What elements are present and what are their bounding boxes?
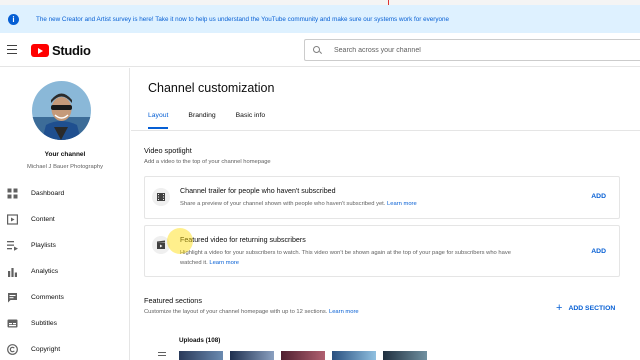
nav-label: Analytics bbox=[31, 267, 59, 275]
featured-sections-heading: Featured sections bbox=[144, 296, 203, 305]
content-icon bbox=[6, 213, 18, 225]
nav-label: Content bbox=[31, 215, 55, 223]
video-thumbnail[interactable] bbox=[383, 351, 427, 360]
add-section-button[interactable]: + ADD SECTION bbox=[556, 302, 615, 314]
playlists-icon bbox=[6, 239, 18, 251]
video-spotlight-heading: Video spotlight bbox=[144, 146, 192, 155]
youtube-play-icon bbox=[31, 44, 49, 57]
nav-label: Subtitles bbox=[31, 319, 58, 327]
subtitles-icon bbox=[6, 317, 18, 329]
survey-banner[interactable]: i The new Creator and Artist survey is h… bbox=[0, 5, 640, 33]
video-thumbnail[interactable] bbox=[230, 351, 274, 360]
nav-label: Comments bbox=[31, 293, 64, 301]
featured-sections-subtitle: Customize the layout of your channel hom… bbox=[144, 309, 359, 315]
tab-layout[interactable]: Layout bbox=[148, 112, 169, 129]
info-icon: i bbox=[8, 13, 19, 25]
channel-trailer-desc: Share a preview of your channel shown wi… bbox=[180, 201, 417, 207]
banner-text[interactable]: The new Creator and Artist survey is her… bbox=[36, 16, 449, 23]
nav-label: Playlists bbox=[31, 241, 56, 249]
nav-comments[interactable]: Comments bbox=[0, 287, 130, 307]
menu-icon[interactable] bbox=[7, 45, 17, 55]
plus-icon: + bbox=[556, 302, 563, 314]
nav-content[interactable]: Content bbox=[0, 209, 130, 229]
nav-dashboard[interactable]: Dashboard bbox=[0, 183, 130, 203]
channel-avatar[interactable] bbox=[32, 81, 91, 140]
video-thumbnail[interactable] bbox=[179, 351, 223, 360]
nav-subtitles[interactable]: Subtitles bbox=[0, 313, 130, 333]
sidebar: Your channel Michael J Bauer Photography… bbox=[0, 68, 130, 360]
top-header: Studio bbox=[0, 33, 640, 67]
featured-video-title: Featured video for returning subscribers bbox=[180, 236, 306, 244]
trailer-icon bbox=[152, 188, 170, 206]
search-input[interactable] bbox=[334, 46, 614, 54]
your-channel-label: Your channel bbox=[44, 151, 86, 158]
video-spotlight-subtitle: Add a video to the top of your channel h… bbox=[144, 159, 271, 165]
studio-logo[interactable]: Studio bbox=[31, 43, 91, 58]
page-title: Channel customization bbox=[148, 81, 275, 95]
channel-trailer-title: Channel trailer for people who haven't s… bbox=[180, 187, 336, 195]
tab-divider bbox=[131, 130, 640, 131]
cursor-highlight bbox=[167, 228, 193, 254]
logo-text: Studio bbox=[52, 43, 91, 58]
nav-playlists[interactable]: Playlists bbox=[0, 235, 130, 255]
featured-video-card: Featured video for returning subscribers… bbox=[144, 225, 620, 277]
video-thumbnail[interactable] bbox=[281, 351, 325, 360]
learn-more-link[interactable]: Learn more bbox=[329, 309, 359, 315]
channel-name: Michael J Bauer Photography bbox=[26, 164, 104, 170]
nav-label: Copyright bbox=[31, 345, 61, 353]
channel-trailer-card: Channel trailer for people who haven't s… bbox=[144, 176, 620, 219]
search-bar[interactable] bbox=[304, 39, 640, 61]
copyright-icon bbox=[6, 343, 18, 355]
comments-icon bbox=[6, 291, 18, 303]
uploads-section-label: Uploads (108) bbox=[179, 337, 221, 344]
tab-basic-info[interactable]: Basic info bbox=[236, 112, 265, 129]
nav-copyright[interactable]: Copyright bbox=[0, 339, 130, 359]
main-content: Channel customization Layout Branding Ba… bbox=[131, 68, 640, 360]
learn-more-link[interactable]: Learn more bbox=[387, 201, 417, 207]
drag-handle-icon[interactable] bbox=[158, 352, 166, 357]
featured-video-desc: Highlight a video for your subscribers t… bbox=[180, 250, 511, 266]
tab-branding[interactable]: Branding bbox=[188, 112, 215, 129]
search-icon[interactable] bbox=[313, 45, 322, 55]
tab-bar: Layout Branding Basic info bbox=[148, 112, 285, 129]
dashboard-icon bbox=[6, 187, 18, 199]
nav-analytics[interactable]: Analytics bbox=[0, 261, 130, 281]
video-thumbnail[interactable] bbox=[332, 351, 376, 360]
learn-more-link[interactable]: Learn more bbox=[209, 260, 239, 266]
analytics-icon bbox=[6, 265, 18, 277]
add-featured-video-button[interactable]: ADD bbox=[591, 248, 606, 255]
nav-label: Dashboard bbox=[31, 189, 65, 197]
add-trailer-button[interactable]: ADD bbox=[591, 193, 606, 200]
